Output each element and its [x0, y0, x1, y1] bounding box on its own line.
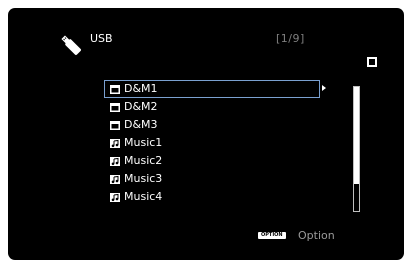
music-file-icon: [110, 192, 120, 202]
selection-arrow-icon: [322, 85, 326, 91]
option-button-badge: OPTION: [258, 232, 286, 239]
option-label[interactable]: Option: [298, 229, 335, 243]
list-item-label: Music1: [124, 136, 163, 149]
list-item-label: D&M2: [124, 100, 158, 113]
music-file-icon: [110, 138, 120, 148]
usb-stick-icon: [61, 35, 81, 55]
list-item[interactable]: Music1: [104, 134, 320, 152]
list-item-label: D&M3: [124, 118, 158, 131]
list-item-label: Music2: [124, 154, 163, 167]
list-item[interactable]: D&M1: [104, 80, 320, 98]
file-list: D&M1 D&M2 D&M3 Music1 Music2 Music3 Musi…: [104, 80, 320, 206]
status-square-icon: [367, 57, 377, 67]
scrollbar[interactable]: [353, 86, 360, 212]
music-file-icon: [110, 156, 120, 166]
folder-icon: [110, 102, 120, 112]
screen: USB [1/9] D&M1 D&M2 D&M3 Music1 Music2 M…: [8, 8, 404, 260]
page-counter: [1/9]: [276, 32, 305, 45]
scrollbar-thumb[interactable]: [354, 87, 359, 184]
music-file-icon: [110, 174, 120, 184]
list-item-label: Music4: [124, 190, 163, 203]
list-item-label: Music3: [124, 172, 163, 185]
list-item-label: D&M1: [124, 82, 158, 95]
list-item[interactable]: Music4: [104, 188, 320, 206]
source-title: USB: [90, 32, 113, 45]
list-item[interactable]: D&M2: [104, 98, 320, 116]
list-item[interactable]: D&M3: [104, 116, 320, 134]
folder-icon: [110, 84, 120, 94]
list-item[interactable]: Music3: [104, 170, 320, 188]
folder-icon: [110, 120, 120, 130]
list-item[interactable]: Music2: [104, 152, 320, 170]
